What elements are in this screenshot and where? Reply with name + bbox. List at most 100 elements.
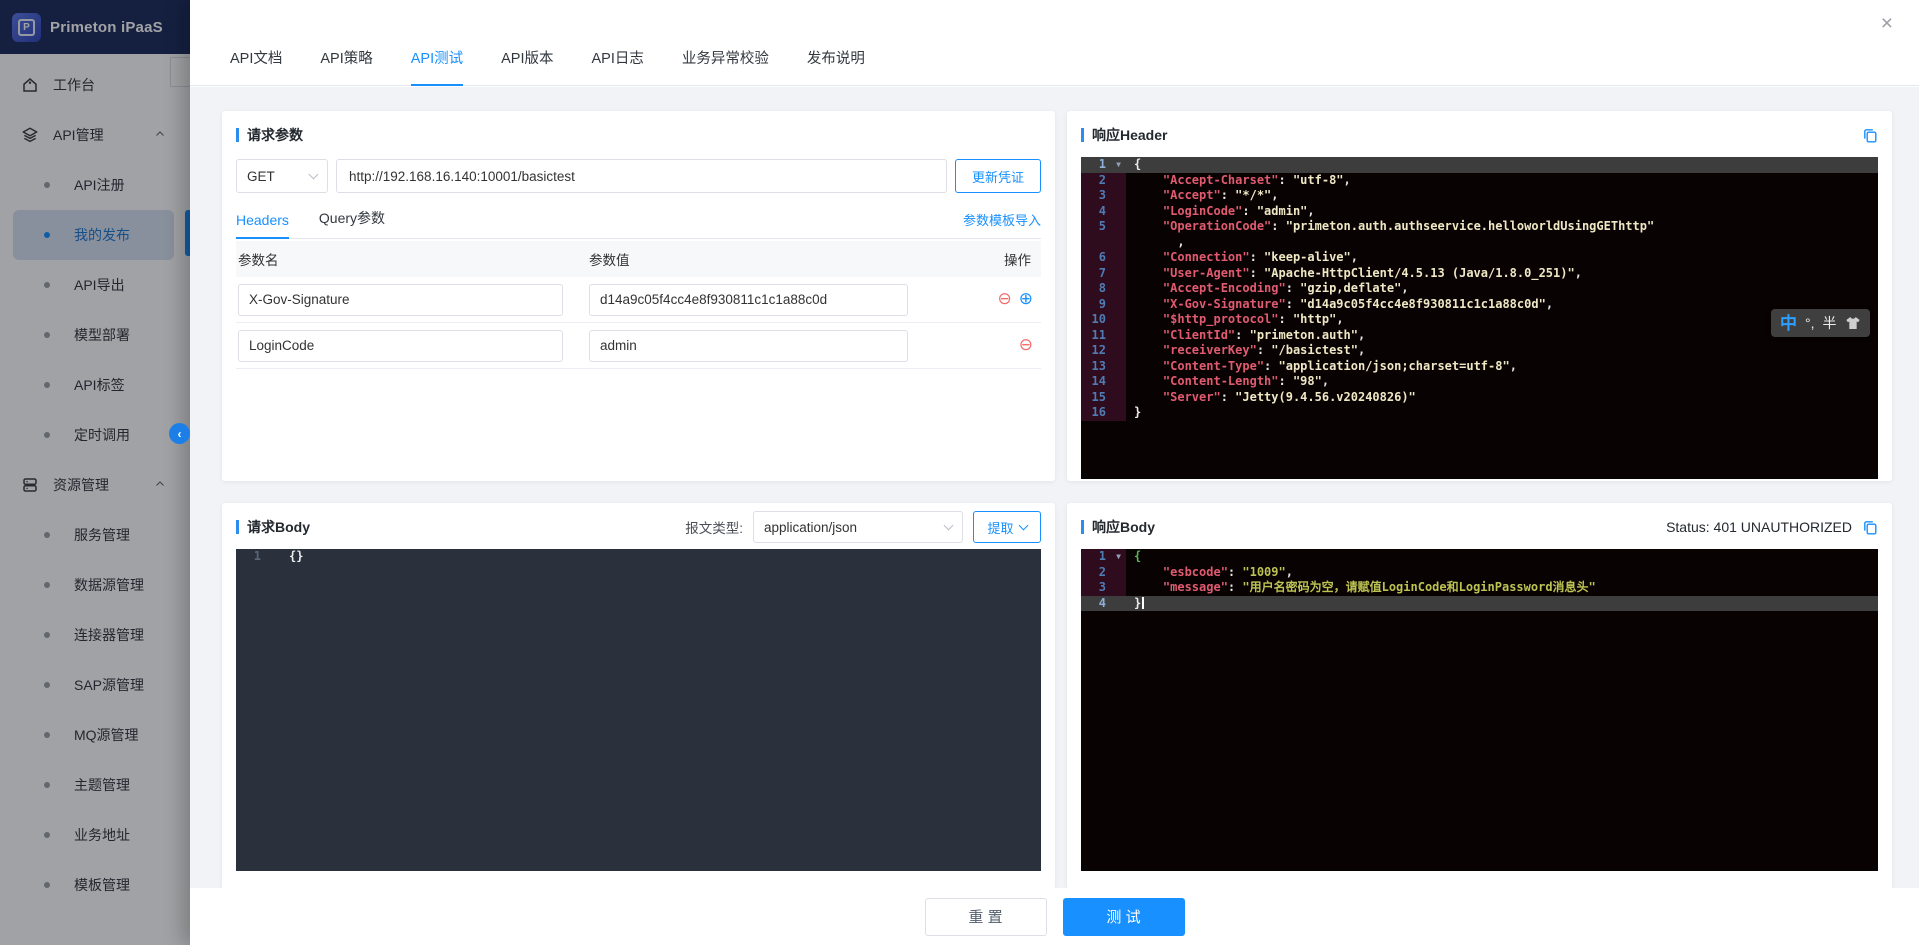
copy-icon[interactable] [1862,519,1878,535]
update-credential-button[interactable]: 更新凭证 [955,159,1041,193]
code-line: 7 "User-Agent": "Apache-HttpClient/4.5.1… [1081,265,1878,281]
tab-API测试[interactable]: API测试 [410,47,464,86]
fold-gutter [1111,172,1126,188]
fold-gutter [1111,296,1126,312]
request-body-editor[interactable]: 1 {} [236,549,1041,871]
template-import-link[interactable]: 参数模板导入 [963,210,1041,238]
sidebar-item-label: 业务地址 [74,827,130,843]
param-name-input[interactable] [238,283,563,316]
extract-label: 提取 [987,520,1014,536]
sidebar-item-API标签[interactable]: API标签 [0,360,190,410]
sidebar-item-API导出[interactable]: API导出 [0,260,190,310]
chevron-up-icon [154,127,166,143]
line-number: 16 [1081,405,1111,421]
request-params-card: 请求参数 GET 更新凭证 HeadersQuery参数参数模板导入 参数名参数… [222,111,1055,481]
tab-API策略[interactable]: API策略 [320,47,372,86]
copy-icon[interactable] [1862,127,1878,143]
method-select[interactable]: GET [236,159,328,193]
fold-gutter [1111,405,1126,421]
drawer-tabs: API文档 API策略 API测试 API版本 API日志 业务异常校验 发布说明 [230,47,865,86]
sidebar-nav: 工作台 API管理 API注册 我的发布 API导出模型部署 API标签 定时调用 资源管理服… [0,54,190,910]
sidebar-item-label: 工作台 [53,77,95,93]
param-name-input[interactable] [238,329,563,362]
sidebar: P Primeton iPaaS 工作台 API管理 API注册 我的发布 API导出模… [0,0,194,945]
bullet-icon [44,582,50,588]
column-header-参数值: 参数值 [589,253,630,268]
response-header-editor[interactable]: 1 ▼{2 "Accept-Charset": "utf-8", 3 "Accept… [1081,157,1878,479]
content-type-select[interactable]: application/json [753,511,963,543]
drawer-content: 请求参数 GET 更新凭证 HeadersQuery参数参数模板导入 参数名参数… [190,87,1919,889]
add-row-icon[interactable]: ⊕ [1019,289,1033,308]
brand-bar: P Primeton iPaaS [0,0,190,54]
title-bar-accent [1081,520,1084,534]
code-line: 16} [1081,405,1878,421]
extract-button[interactable]: 提取 [973,511,1041,543]
remove-row-icon[interactable]: ⊖ [998,289,1012,308]
param-value-input[interactable] [589,329,908,362]
ime-halfwidth-icon[interactable]: 半 [1823,316,1837,330]
fold-gutter [1111,327,1126,343]
sidebar-item-label: MQ源管理 [74,727,139,743]
code-text: "User-Agent": "Apache-HttpClient/4.5.13 … [1134,265,1582,280]
code-text: } [1126,596,1145,612]
fold-gutter [1111,564,1126,580]
sidebar-item-label: API导出 [74,277,125,293]
tab-API版本[interactable]: API版本 [501,47,553,86]
sidebar-item-主题管理[interactable]: 主题管理 [0,760,190,810]
sidebar-item-定时调用[interactable]: 定时调用 [0,410,190,460]
sidebar-collapse-button[interactable]: ‹ [169,423,190,444]
ime-punctuation-icon[interactable]: °, [1805,316,1815,330]
sidebar-item-连接器管理[interactable]: 连接器管理 [0,610,190,660]
tab-业务异常校验[interactable]: 业务异常校验 [682,47,769,86]
code-text: "Server": "Jetty(9.4.56.v20240826)" [1134,389,1416,404]
ime-chinese-mode-icon[interactable]: 中 [1780,315,1797,332]
tab-API日志[interactable]: API日志 [592,47,644,86]
sidebar-item-我的发布[interactable]: 我的发布 [13,210,174,260]
fold-caret-icon[interactable]: ▼ [1111,157,1126,173]
bullet-icon [44,282,50,288]
sidebar-item-模型部署[interactable]: 模型部署 [0,310,190,360]
line-number: 15 [1081,389,1111,405]
subtab-Query参数[interactable]: Query参数 [319,208,385,239]
param-value-input[interactable] [589,283,908,316]
code-text: "Content-Type": "application/json;charse… [1134,358,1517,373]
ime-skin-icon[interactable] [1845,316,1861,330]
sidebar-item-业务地址[interactable]: 业务地址 [0,810,190,860]
ime-toolbar[interactable]: 中 °, 半 [1771,309,1870,337]
sidebar-item-模板管理[interactable]: 模板管理 [0,860,190,910]
table-row: ⊖⊕ [236,277,1041,323]
api-test-drawer: × API文档 API策略 API测试 API版本 API日志 业务异常校验 发布说明 请求… [190,0,1919,945]
url-input[interactable] [336,159,947,193]
line-number: 4 [1081,595,1111,611]
sidebar-item-API管理[interactable]: API管理 [0,110,190,160]
code-line: 4} [1081,595,1878,612]
line-number: 1 [253,549,261,563]
sidebar-item-资源管理[interactable]: 资源管理 [0,460,190,510]
test-button[interactable]: 测 试 [1062,897,1185,936]
sidebar-item-label: 主题管理 [74,777,130,793]
fold-gutter [1111,234,1126,250]
sidebar-item-MQ源管理[interactable]: MQ源管理 [0,710,190,760]
code-text: { [1134,549,1142,563]
reset-button[interactable]: 重 置 [924,897,1047,936]
param-subtabs: Headers Query参数 参数模板导入 [236,207,1041,239]
tab-API文档[interactable]: API文档 [230,47,282,86]
subtab-Headers[interactable]: Headers [236,212,289,239]
code-text: "Accept": "*/*", [1134,188,1279,202]
fold-caret-icon[interactable]: ▼ [1111,549,1126,565]
sidebar-item-SAP源管理[interactable]: SAP源管理 [0,660,190,710]
code-line: 8 "Accept-Encoding": "gzip,deflate", [1081,281,1878,297]
tab-发布说明[interactable]: 发布说明 [807,47,865,86]
fold-gutter [1111,265,1126,281]
fold-gutter [1111,188,1126,204]
response-body-editor[interactable]: 1 ▼{2 "esbcode": "1009", 3 "message": "用户名… [1081,549,1878,871]
sidebar-item-服务管理[interactable]: 服务管理 [0,510,190,560]
line-number: 1 [1081,549,1111,565]
line-number: 2 [1081,564,1111,580]
sidebar-item-工作台[interactable]: 工作台 [0,60,190,110]
code-line: 4 "LoginCode": "admin", [1081,203,1878,219]
remove-row-icon[interactable]: ⊖ [1019,335,1033,354]
code-line: 1 {} [236,549,1041,565]
sidebar-item-数据源管理[interactable]: 数据源管理 [0,560,190,610]
sidebar-item-API注册[interactable]: API注册 [0,160,190,210]
